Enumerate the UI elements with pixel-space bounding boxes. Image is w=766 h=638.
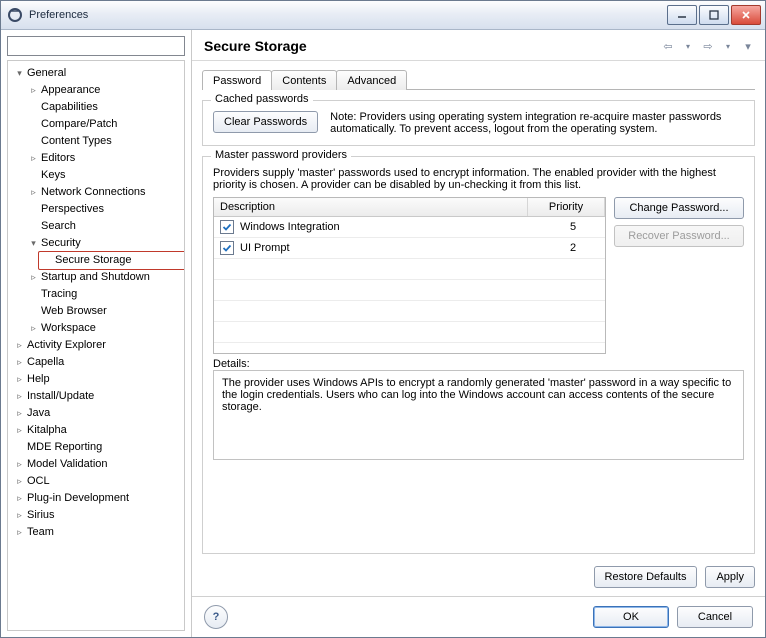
- tree-item-java[interactable]: ▹Java: [12, 405, 184, 422]
- window-title: Preferences: [29, 9, 667, 21]
- tree-item-team[interactable]: ▹Team: [12, 524, 184, 541]
- minimize-button[interactable]: [667, 5, 697, 25]
- providers-legend: Master password providers: [211, 149, 351, 161]
- menu-icon[interactable]: ▾: [741, 40, 755, 53]
- tree-item-help[interactable]: ▹Help: [12, 371, 184, 388]
- change-password-button[interactable]: Change Password...: [614, 197, 744, 219]
- providers-group: Master password providers Providers supp…: [202, 156, 755, 554]
- provider-desc: Windows Integration: [240, 221, 340, 233]
- tab-contents[interactable]: Contents: [271, 70, 337, 90]
- forward-icon[interactable]: ⇨: [701, 40, 715, 53]
- tree-item-plugin-dev[interactable]: ▹Plug-in Development: [12, 490, 184, 507]
- tree-item-search[interactable]: Search: [26, 218, 184, 235]
- tree-item-install[interactable]: ▹Install/Update: [12, 388, 184, 405]
- tree-item-activity-explorer[interactable]: ▹Activity Explorer: [12, 337, 184, 354]
- tree-item-kitalpha[interactable]: ▹Kitalpha: [12, 422, 184, 439]
- right-pane: Secure Storage ⇦▾ ⇨▾ ▾ Password Contents…: [192, 30, 765, 637]
- tree-item-model-validation[interactable]: ▹Model Validation: [12, 456, 184, 473]
- tab-advanced[interactable]: Advanced: [336, 70, 407, 90]
- preferences-window: Preferences ▾General ▹Appearance: [0, 0, 766, 638]
- app-icon: [7, 7, 23, 23]
- filter-input[interactable]: [7, 36, 185, 56]
- providers-explain: Providers supply 'master' passwords used…: [213, 167, 744, 191]
- provider-row: [214, 301, 605, 322]
- providers-table[interactable]: Description Priority Windows Integration…: [213, 197, 606, 354]
- preferences-tree[interactable]: ▾General ▹Appearance Capabilities Compar…: [8, 65, 184, 541]
- cancel-button[interactable]: Cancel: [677, 606, 753, 628]
- provider-row: [214, 259, 605, 280]
- provider-row[interactable]: UI Prompt 2: [214, 238, 605, 259]
- details-label: Details:: [213, 358, 744, 370]
- provider-row: [214, 280, 605, 301]
- restore-defaults-button[interactable]: Restore Defaults: [594, 566, 698, 588]
- dialog-footer: ? OK Cancel: [192, 596, 765, 637]
- tree-item-compare[interactable]: Compare/Patch: [26, 116, 184, 133]
- provider-priority: 2: [541, 242, 605, 254]
- tree-item-ocl[interactable]: ▹OCL: [12, 473, 184, 490]
- tree-item-content-types[interactable]: Content Types: [26, 133, 184, 150]
- provider-priority: 5: [541, 221, 605, 233]
- page-title: Secure Storage: [204, 38, 661, 54]
- close-button[interactable]: [731, 5, 761, 25]
- tab-password[interactable]: Password: [202, 70, 272, 90]
- provider-row: [214, 322, 605, 343]
- cached-passwords-group: Cached passwords Clear Passwords Note: P…: [202, 100, 755, 146]
- provider-row[interactable]: Windows Integration 5: [214, 217, 605, 238]
- recover-password-button: Recover Password...: [614, 225, 744, 247]
- provider-checkbox[interactable]: [220, 241, 234, 255]
- apply-button[interactable]: Apply: [705, 566, 755, 588]
- left-pane: ▾General ▹Appearance Capabilities Compar…: [1, 30, 192, 637]
- clear-passwords-button[interactable]: Clear Passwords: [213, 111, 318, 133]
- tree-item-perspectives[interactable]: Perspectives: [26, 201, 184, 218]
- title-bar: Preferences: [1, 1, 765, 30]
- ok-button[interactable]: OK: [593, 606, 669, 628]
- tree-item-network[interactable]: ▹Network Connections: [26, 184, 184, 201]
- tree-item-tracing[interactable]: Tracing: [26, 286, 184, 303]
- maximize-button[interactable]: [699, 5, 729, 25]
- cached-passwords-note: Note: Providers using operating system i…: [330, 111, 744, 135]
- tree-item-keys[interactable]: Keys: [26, 167, 184, 184]
- tree-item-capella[interactable]: ▹Capella: [12, 354, 184, 371]
- tree-item-workspace[interactable]: ▹Workspace: [26, 320, 184, 337]
- tree-item-mde[interactable]: MDE Reporting: [12, 439, 184, 456]
- back-icon[interactable]: ⇦: [661, 40, 675, 53]
- tree-item-capabilities[interactable]: Capabilities: [26, 99, 184, 116]
- tree-item-security[interactable]: ▾Security: [26, 235, 184, 252]
- tab-bar: Password Contents Advanced: [202, 69, 755, 90]
- help-icon[interactable]: ?: [204, 605, 228, 629]
- provider-row: [214, 343, 605, 353]
- details-text: The provider uses Windows APIs to encryp…: [213, 370, 744, 460]
- provider-checkbox[interactable]: [220, 220, 234, 234]
- tree-item-general[interactable]: ▾General: [12, 65, 184, 82]
- tree-item-editors[interactable]: ▹Editors: [26, 150, 184, 167]
- tree-item-appearance[interactable]: ▹Appearance: [26, 82, 184, 99]
- tree-item-web-browser[interactable]: Web Browser: [26, 303, 184, 320]
- col-description[interactable]: Description: [214, 198, 528, 216]
- provider-desc: UI Prompt: [240, 242, 290, 254]
- col-priority[interactable]: Priority: [528, 198, 605, 216]
- cached-passwords-legend: Cached passwords: [211, 93, 313, 105]
- tree-item-sirius[interactable]: ▹Sirius: [12, 507, 184, 524]
- tree-item-secure-storage[interactable]: Secure Storage: [40, 252, 184, 269]
- tree-item-startup[interactable]: ▹Startup and Shutdown: [26, 269, 184, 286]
